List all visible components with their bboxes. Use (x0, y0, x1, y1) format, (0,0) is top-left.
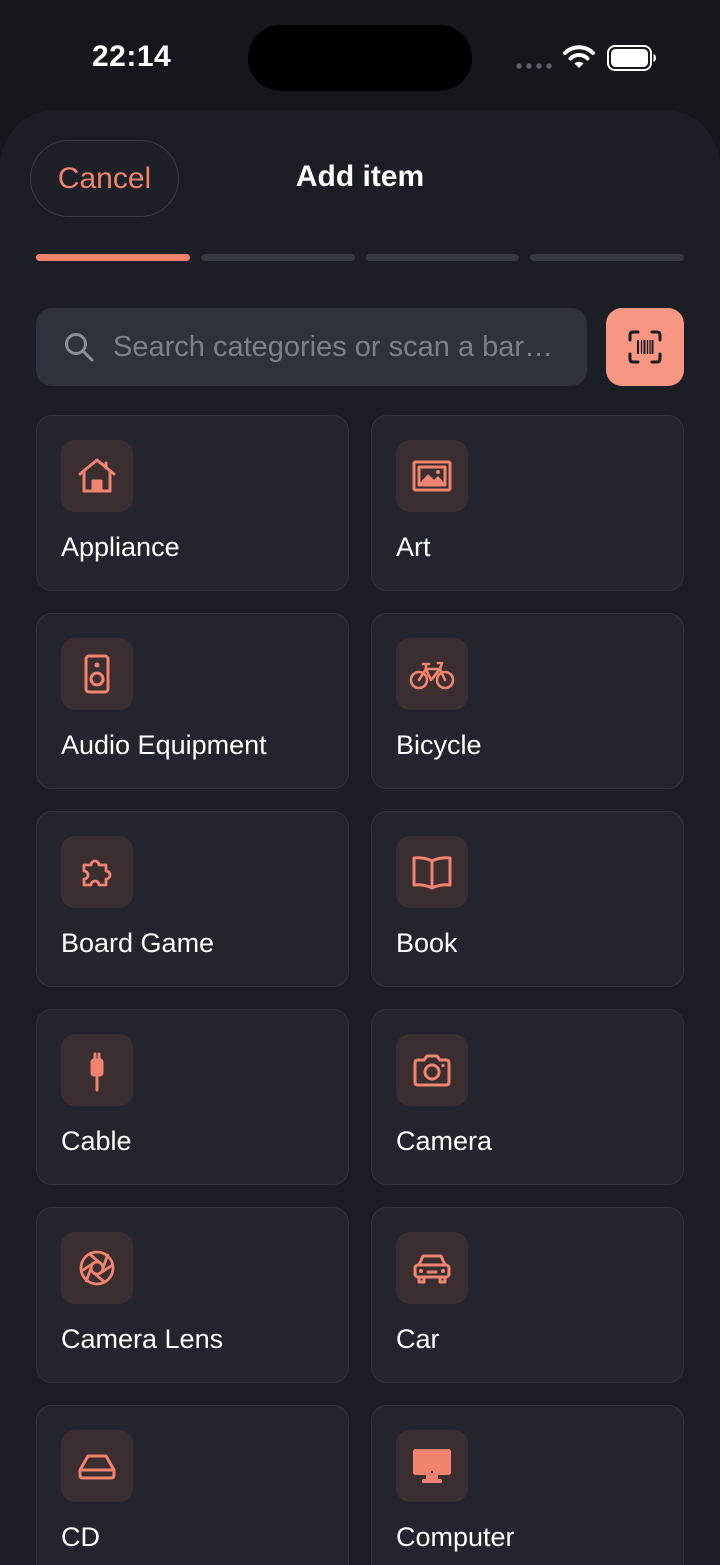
camera-icon (396, 1034, 468, 1106)
picture-icon (396, 440, 468, 512)
category-card-book[interactable]: Book (371, 811, 684, 987)
category-card-camera[interactable]: Camera (371, 1009, 684, 1185)
progress-step-3 (365, 254, 520, 261)
category-card-camera-lens[interactable]: Camera Lens (36, 1207, 349, 1383)
progress-step-2 (200, 254, 355, 261)
search-box[interactable] (36, 308, 587, 386)
progress-step-4 (530, 254, 684, 261)
bicycle-icon (396, 638, 468, 710)
category-card-art[interactable]: Art (371, 415, 684, 591)
category-label: Appliance (61, 532, 180, 562)
category-card-audio-equipment[interactable]: Audio Equipment (36, 613, 349, 789)
scan-barcode-button[interactable] (606, 308, 684, 386)
aperture-icon (61, 1232, 133, 1304)
category-label: Board Game (61, 928, 215, 958)
step-progress (36, 254, 684, 261)
category-label: Book (396, 928, 458, 958)
category-card-cd[interactable]: CD (36, 1405, 349, 1565)
status-time: 22:14 (92, 40, 172, 73)
barcode-scan-icon (628, 330, 662, 364)
search-icon (65, 333, 94, 362)
category-label: Bicycle (396, 730, 482, 760)
search-input[interactable] (113, 330, 587, 364)
category-card-appliance[interactable]: Appliance (36, 415, 349, 591)
category-label: Cable (61, 1126, 132, 1156)
status-bar: 22:14 (0, 0, 720, 112)
category-label: Audio Equipment (61, 730, 267, 760)
category-label: Camera (396, 1126, 493, 1156)
progress-step-1 (36, 254, 190, 261)
category-card-board-game[interactable]: Board Game (36, 811, 349, 987)
add-item-sheet: Add item Cancel Search categories or sca… (0, 110, 720, 1565)
category-card-computer[interactable]: Computer (371, 1405, 684, 1565)
disc-drive-icon (61, 1430, 133, 1502)
cancel-button[interactable]: Cancel (30, 140, 179, 217)
dynamic-island (248, 25, 472, 91)
category-label: Computer (396, 1522, 515, 1552)
category-label: Art (396, 532, 431, 562)
category-card-cable[interactable]: Cable (36, 1009, 349, 1185)
puzzle-icon (61, 836, 133, 908)
category-label: Car (396, 1324, 440, 1354)
wifi-icon (563, 45, 595, 68)
category-label: CD (61, 1522, 100, 1552)
house-icon (61, 440, 133, 512)
car-icon (396, 1232, 468, 1304)
battery-icon (607, 45, 656, 71)
cellular-signal-icon (516, 63, 552, 69)
category-card-car[interactable]: Car (371, 1207, 684, 1383)
category-label: Camera Lens (61, 1324, 224, 1354)
category-grid: Appliance Art Audio Equipment Bicycle Bo… (36, 415, 684, 1565)
category-card-bicycle[interactable]: Bicycle (371, 613, 684, 789)
speaker-icon (61, 638, 133, 710)
cable-icon (61, 1034, 133, 1106)
monitor-icon (396, 1430, 468, 1502)
book-icon (396, 836, 468, 908)
